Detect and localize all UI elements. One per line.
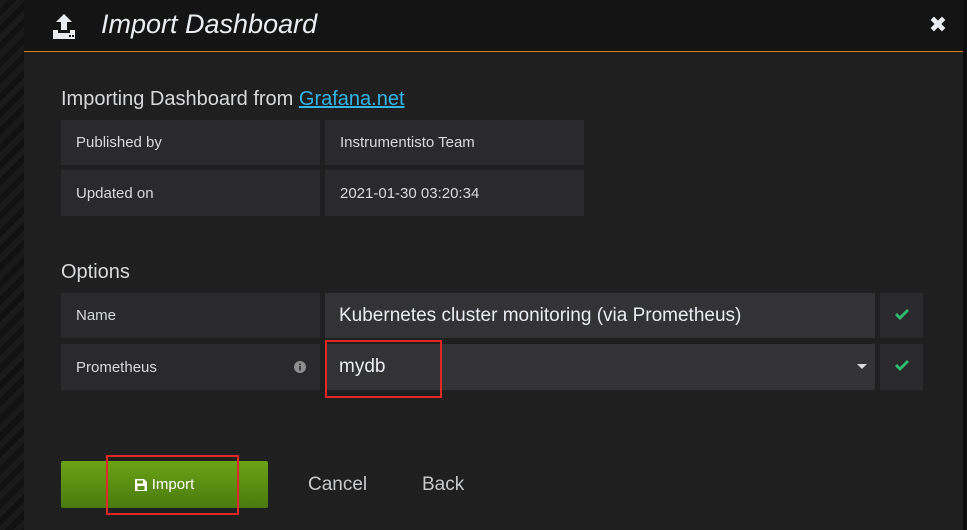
import-source-prefix: Importing Dashboard from: [61, 88, 299, 110]
prometheus-label: Prometheus: [76, 358, 157, 376]
dashboard-name-input[interactable]: Kubernetes cluster monitoring (via Prome…: [325, 293, 875, 338]
upload-icon: [51, 12, 77, 40]
check-icon: [894, 307, 909, 325]
caret-down-icon: [857, 364, 867, 369]
name-valid-indicator: [880, 293, 923, 338]
grafana-net-link[interactable]: Grafana.net: [299, 88, 405, 110]
import-source-heading: Importing Dashboard from Grafana.net: [61, 88, 405, 111]
modal-title: Import Dashboard: [101, 9, 318, 39]
prometheus-label-cell: Prometheus: [61, 344, 320, 390]
published-by-label: Published by: [61, 120, 320, 165]
check-icon: [894, 358, 909, 376]
prometheus-valid-indicator: [880, 344, 923, 390]
background-edge: [963, 0, 967, 530]
name-label: Name: [61, 293, 320, 338]
datasource-highlight-box: [325, 340, 442, 398]
updated-on-label: Updated on: [61, 170, 320, 216]
info-icon[interactable]: [294, 360, 306, 377]
modal-header: Import Dashboard ✖: [24, 0, 963, 52]
import-highlight-box: [106, 455, 239, 515]
options-heading: Options: [61, 261, 130, 283]
published-by-value: Instrumentisto Team: [325, 120, 584, 165]
background-pattern: [0, 0, 24, 530]
import-dashboard-modal: Import Dashboard ✖ Importing Dashboard f…: [24, 0, 963, 530]
updated-on-value: 2021-01-30 03:20:34: [325, 170, 584, 216]
close-icon[interactable]: ✖: [927, 14, 949, 36]
cancel-button[interactable]: Cancel: [308, 474, 367, 496]
back-button[interactable]: Back: [422, 474, 464, 496]
